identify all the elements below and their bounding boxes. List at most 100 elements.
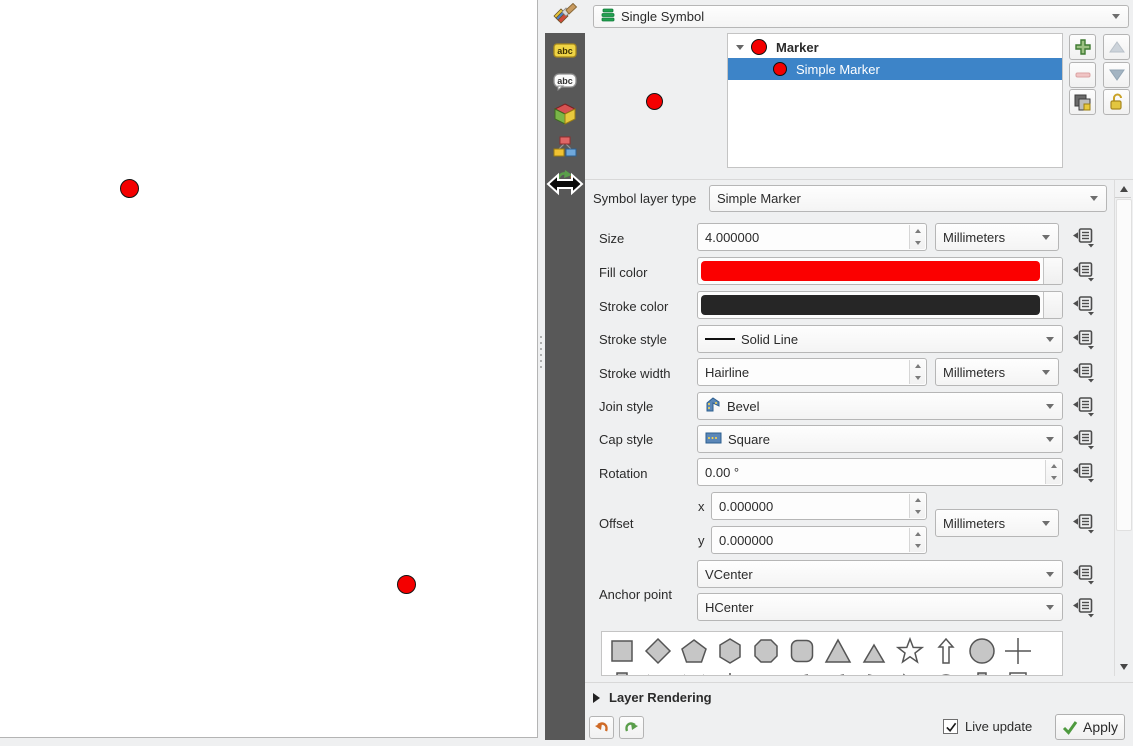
join-style-value: Bevel (727, 399, 760, 414)
shape-partial[interactable] (964, 669, 1000, 676)
shape-star[interactable] (892, 635, 928, 667)
shape-partial[interactable] (928, 669, 964, 676)
arrow-down-icon (1109, 69, 1125, 81)
rotation-input[interactable]: 0.00 ° (697, 458, 1063, 486)
shape-cross[interactable] (1000, 635, 1036, 667)
size-unit-value: Millimeters (943, 230, 1005, 245)
stroke-color-button[interactable] (697, 291, 1063, 319)
tree-item-marker[interactable]: Marker (728, 36, 1062, 58)
stroke-color-dropdown[interactable] (1043, 292, 1062, 318)
stroke-width-override-button[interactable] (1071, 361, 1096, 384)
cap-style-combo[interactable]: Square (697, 425, 1063, 453)
apply-button[interactable]: Apply (1055, 714, 1125, 740)
masks-tab[interactable]: abc (551, 70, 579, 96)
data-defined-override-icon (1072, 295, 1095, 316)
anchor-horizontal-override-button[interactable] (1071, 596, 1096, 619)
shape-octagon[interactable] (748, 635, 784, 667)
data-defined-override-icon (1072, 362, 1095, 383)
stroke-width-unit-combo[interactable]: Millimeters (935, 358, 1059, 386)
shape-square[interactable] (604, 635, 640, 667)
move-down-button[interactable] (1103, 62, 1130, 88)
shape-partial[interactable] (604, 669, 640, 676)
shape-partial[interactable] (676, 669, 712, 676)
size-override-button[interactable] (1071, 226, 1096, 249)
symbology-tab[interactable] (551, 3, 579, 29)
shape-pentagon[interactable] (676, 635, 712, 667)
stroke-width-input[interactable]: Hairline (697, 358, 927, 386)
fill-color-override-button[interactable] (1071, 260, 1096, 283)
shape-diamond[interactable] (640, 635, 676, 667)
anchor-vertical-override-button[interactable] (1071, 563, 1096, 586)
labels-tab[interactable]: abc (551, 39, 579, 65)
offset-x-label: x (698, 499, 705, 514)
offset-x-value: 0.000000 (719, 499, 773, 514)
spinner-buttons[interactable] (909, 225, 925, 249)
shape-partial[interactable] (892, 669, 928, 676)
shape-equilateral-triangle[interactable] (856, 635, 892, 667)
shape-partial[interactable] (1000, 669, 1036, 676)
lock-color-button[interactable] (1103, 89, 1130, 115)
layer-rendering-section[interactable]: Layer Rendering (593, 690, 712, 705)
shape-partial[interactable] (856, 669, 892, 676)
shape-partial[interactable] (820, 669, 856, 676)
spinner-buttons[interactable] (909, 494, 925, 518)
join-style-override-button[interactable] (1071, 395, 1096, 418)
shape-triangle[interactable] (820, 635, 856, 667)
offset-y-input[interactable]: 0.000000 (711, 526, 927, 554)
diagrams-tab[interactable] (551, 135, 579, 161)
map-canvas[interactable] (0, 0, 538, 738)
size-input[interactable]: 4.000000 (697, 223, 927, 251)
shape-partial[interactable] (784, 669, 820, 676)
spinner-buttons[interactable] (909, 528, 925, 552)
scrollbar-thumb[interactable] (1116, 199, 1132, 531)
shape-hexagon[interactable] (712, 635, 748, 667)
data-defined-override-icon (1072, 227, 1095, 248)
remove-symbol-layer-button[interactable] (1069, 62, 1096, 88)
rotation-override-button[interactable] (1071, 461, 1096, 484)
stroke-color-override-button[interactable] (1071, 294, 1096, 317)
spinner-buttons[interactable] (909, 360, 925, 384)
shape-partial[interactable] (748, 669, 784, 676)
add-symbol-layer-button[interactable] (1069, 34, 1096, 60)
shape-rounded-square[interactable] (784, 635, 820, 667)
anchor-vertical-combo[interactable]: VCenter (697, 560, 1063, 588)
offset-unit-combo[interactable]: Millimeters (935, 509, 1059, 537)
shape-partial[interactable] (712, 669, 748, 676)
shape-arrow-up[interactable] (928, 635, 964, 667)
duplicate-symbol-layer-button[interactable] (1069, 89, 1096, 115)
offset-x-input[interactable]: 0.000000 (711, 492, 927, 520)
undo-button[interactable] (589, 716, 614, 739)
panel-splitter[interactable] (538, 0, 545, 746)
live-update-checkbox[interactable] (943, 719, 958, 734)
tree-item-simple-marker[interactable]: Simple Marker (728, 58, 1062, 80)
anchor-horizontal-combo[interactable]: HCenter (697, 593, 1063, 621)
data-defined-override-icon (1072, 462, 1095, 483)
offset-override-button[interactable] (1071, 512, 1096, 535)
renderer-combo[interactable]: Single Symbol (593, 5, 1129, 28)
fill-color-dropdown[interactable] (1043, 258, 1062, 284)
symbol-settings-panel: Single Symbol Marker Simple Marker (585, 0, 1133, 746)
tree-item-label: Marker (776, 40, 819, 55)
fill-color-button[interactable] (697, 257, 1063, 285)
marker-shape-grid (601, 631, 1063, 676)
join-style-combo[interactable]: Bevel (697, 392, 1063, 420)
size-unit-combo[interactable]: Millimeters (935, 223, 1059, 251)
stroke-style-combo[interactable]: Solid Line (697, 325, 1063, 353)
shape-partial[interactable] (640, 669, 676, 676)
3d-view-tab[interactable] (551, 102, 579, 128)
shape-circle[interactable] (964, 635, 1000, 667)
anchor-point-label: Anchor point (599, 587, 672, 602)
fill-color-label: Fill color (599, 265, 647, 280)
scroll-down-button[interactable] (1116, 660, 1131, 674)
scroll-up-button[interactable] (1116, 182, 1131, 196)
redo-button[interactable] (619, 716, 644, 739)
symbol-layer-type-combo[interactable]: Simple Marker (709, 185, 1107, 212)
expander-down-icon[interactable] (736, 45, 744, 50)
stroke-style-override-button[interactable] (1071, 328, 1096, 351)
data-defined-override-icon (1072, 597, 1095, 618)
spinner-buttons[interactable] (1045, 460, 1061, 484)
move-up-button[interactable] (1103, 34, 1130, 60)
chevron-down-icon (1112, 14, 1120, 19)
cap-style-override-button[interactable] (1071, 428, 1096, 451)
data-defined-override-icon (1072, 564, 1095, 585)
